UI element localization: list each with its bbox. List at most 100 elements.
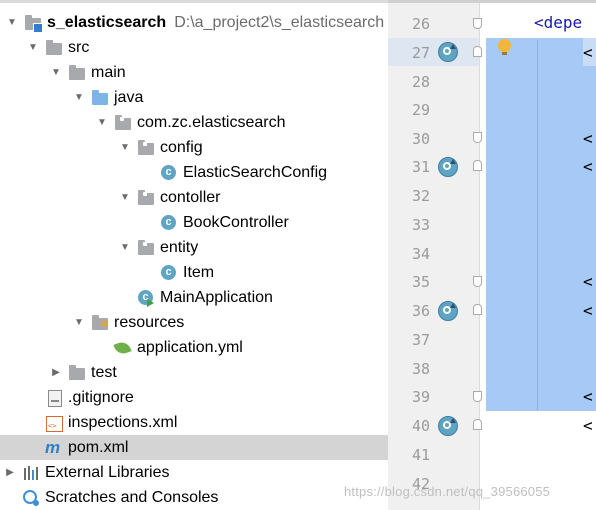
tree-item-label: application.yml (137, 338, 243, 356)
project-path: D:\a_project2\s_elasticsearch (174, 13, 385, 31)
tree-item-label: pom.xml (68, 438, 129, 456)
panel-top-edge (0, 0, 388, 3)
fold-start-icon[interactable] (473, 304, 482, 315)
text-file-icon (45, 389, 63, 407)
expand-arrow-icon[interactable]: ▼ (119, 242, 131, 254)
code-line-36: < (583, 301, 593, 320)
implemented-icon[interactable] (438, 416, 458, 436)
tree-item-scratches[interactable]: Scratches and Consoles (0, 485, 388, 510)
code-line-27: < (583, 43, 593, 62)
line-number: 41 (411, 446, 430, 464)
tree-item-gitignore[interactable]: .gitignore (0, 385, 388, 410)
code-line-30: < (583, 129, 593, 148)
tree-item-java[interactable]: ▼ java (0, 85, 388, 110)
project-tree-panel: ▼ s_elasticsearch D:\a_project2\s_elasti… (0, 0, 388, 510)
line-number: 35 (411, 273, 430, 291)
expand-arrow-icon[interactable]: ▼ (73, 317, 85, 329)
tree-item-label: Scratches and Consoles (45, 488, 219, 506)
fold-start-icon[interactable] (473, 46, 482, 57)
line-number: 33 (411, 216, 430, 234)
collapsed-arrow-icon[interactable]: ▶ (50, 367, 62, 379)
tree-item-main[interactable]: ▼ main (0, 60, 388, 85)
tree-item-label: entity (160, 238, 199, 256)
maven-icon: m (45, 437, 61, 457)
line-number: 40 (411, 417, 430, 435)
tree-item-label: test (91, 363, 117, 381)
fold-end-icon[interactable] (473, 391, 482, 402)
expand-arrow-icon[interactable]: ▼ (96, 117, 108, 129)
code-line-39: < (583, 387, 593, 406)
expand-arrow-icon[interactable]: ▼ (119, 192, 131, 204)
folder-icon (68, 64, 86, 82)
ide-window: ▼ s_elasticsearch D:\a_project2\s_elasti… (0, 0, 596, 510)
tree-item-package[interactable]: ▼ com.zc.elasticsearch (0, 110, 388, 135)
code-editor[interactable]: 26 27 28 29 30 31 32 33 34 35 36 37 38 3… (388, 0, 596, 510)
tree-item-label: config (160, 138, 203, 156)
source-folder-icon (91, 89, 109, 107)
fold-end-icon[interactable] (473, 18, 482, 29)
line-number: 36 (411, 302, 430, 320)
tree-item-contoller[interactable]: ▼ contoller (0, 185, 388, 210)
tree-item-test[interactable]: ▶ test (0, 360, 388, 385)
tree-item-inspections-xml[interactable]: <> inspections.xml (0, 410, 388, 435)
fold-start-icon[interactable] (473, 419, 482, 430)
line-number: 38 (411, 360, 430, 378)
implemented-icon[interactable] (438, 42, 458, 62)
scratches-icon (22, 489, 40, 507)
implemented-icon[interactable] (438, 157, 458, 177)
tree-item-label: .gitignore (68, 388, 134, 406)
tree-item-label: BookController (183, 213, 289, 231)
tree-item-label: main (91, 63, 126, 81)
collapsed-arrow-icon[interactable]: ▶ (4, 467, 16, 479)
line-number: 31 (411, 158, 430, 176)
fold-end-icon[interactable] (473, 132, 482, 143)
expand-arrow-icon[interactable]: ▼ (27, 42, 39, 54)
watermark: https://blog.csdn.net/qq_39566055 (344, 484, 551, 499)
tree-item-application-yml[interactable]: application.yml (0, 335, 388, 360)
expand-arrow-icon[interactable]: ▼ (119, 142, 131, 154)
package-icon (137, 239, 155, 257)
tree-item-label: Item (183, 263, 215, 281)
implemented-icon[interactable] (438, 301, 458, 321)
line-number: 27 (411, 44, 430, 62)
tree-item-resources[interactable]: ▼ resources (0, 310, 388, 335)
code-line-35: < (583, 272, 593, 291)
tree-item-mainapplication[interactable]: c MainApplication (0, 285, 388, 310)
tree-item-label: ElasticSearchConfig (183, 163, 328, 181)
expand-arrow-icon[interactable]: ▼ (50, 67, 62, 79)
tree-item-label: contoller (160, 188, 221, 206)
code-line-31: < (583, 157, 593, 176)
tree-item-item[interactable]: c Item (0, 260, 388, 285)
tree-item-project-root[interactable]: ▼ s_elasticsearch D:\a_project2\s_elasti… (0, 10, 388, 35)
tree-item-bookcontroller[interactable]: c BookController (0, 210, 388, 235)
folder-icon (68, 364, 86, 382)
package-icon (114, 114, 132, 132)
indent-guide (537, 40, 538, 411)
class-icon: c (160, 164, 178, 182)
line-number: 29 (411, 101, 430, 119)
tree-item-elasticsearchconfig[interactable]: c ElasticSearchConfig (0, 160, 388, 185)
tree-item-src[interactable]: ▼ src (0, 35, 388, 60)
intention-bulb-icon[interactable] (498, 39, 511, 55)
folder-icon (45, 39, 63, 57)
tree-item-pom-xml[interactable]: m pom.xml (0, 435, 388, 460)
fold-end-icon[interactable] (473, 276, 482, 287)
line-number: 32 (411, 187, 430, 205)
expand-arrow-icon[interactable]: ▼ (73, 92, 85, 104)
tree-item-entity[interactable]: ▼ entity (0, 235, 388, 260)
line-number: 26 (411, 15, 430, 33)
fold-start-icon[interactable] (473, 160, 482, 171)
tree-item-label: External Libraries (45, 463, 170, 481)
class-icon: c (160, 214, 178, 232)
line-number: 28 (411, 73, 430, 91)
expand-arrow-icon[interactable]: ▼ (6, 17, 18, 29)
resources-folder-icon (91, 314, 109, 332)
spring-boot-class-icon: c (137, 289, 155, 307)
package-icon (137, 189, 155, 207)
tree-item-config[interactable]: ▼ config (0, 135, 388, 160)
line-number: 30 (411, 130, 430, 148)
tree-item-external-libraries[interactable]: ▶ External Libraries (0, 460, 388, 485)
line-number: 37 (411, 331, 430, 349)
tree-item-label: MainApplication (160, 288, 273, 306)
libraries-icon (22, 464, 40, 482)
